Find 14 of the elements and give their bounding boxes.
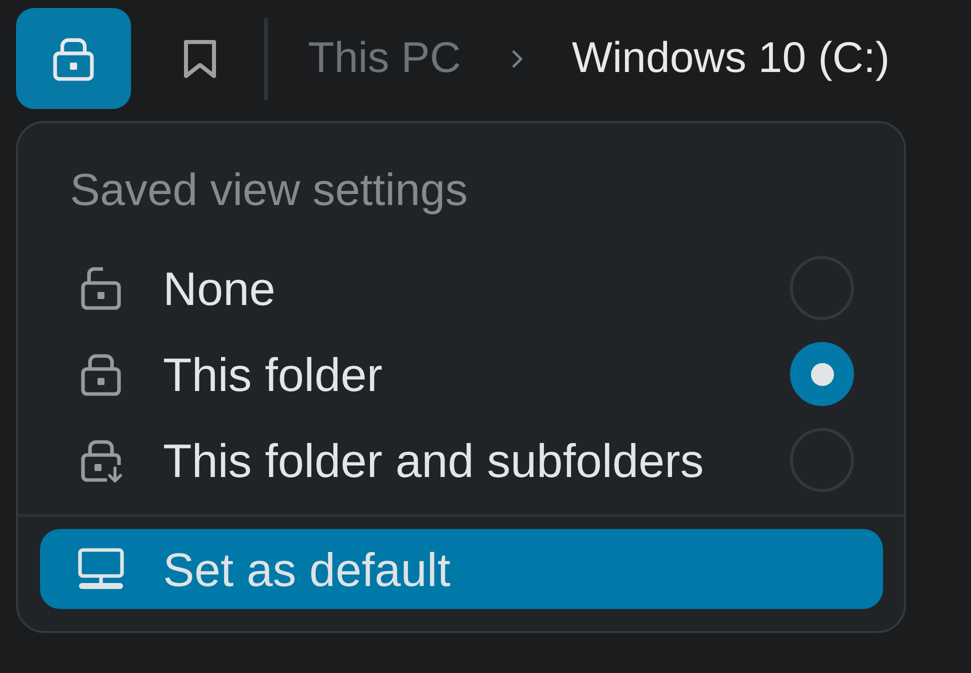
menu-title: Saved view settings [70, 163, 469, 217]
monitor-icon [78, 548, 124, 590]
set-default-button[interactable]: Set as default [40, 529, 883, 609]
option-label: This folder and subfolders [163, 432, 705, 488]
padlock-down-arrow-icon [80, 437, 122, 483]
chevron-icon [510, 48, 523, 68]
lock-button[interactable] [16, 8, 131, 109]
breadcrumb-item[interactable]: This PC [308, 32, 461, 84]
bookmark-icon [182, 38, 218, 78]
breadcrumb-item[interactable]: Windows 10 (C:) [572, 32, 890, 84]
unlocked-padlock-icon [80, 265, 122, 311]
option-label: None [163, 260, 276, 316]
padlock-icon [80, 351, 122, 397]
option-label: This folder [163, 346, 384, 402]
